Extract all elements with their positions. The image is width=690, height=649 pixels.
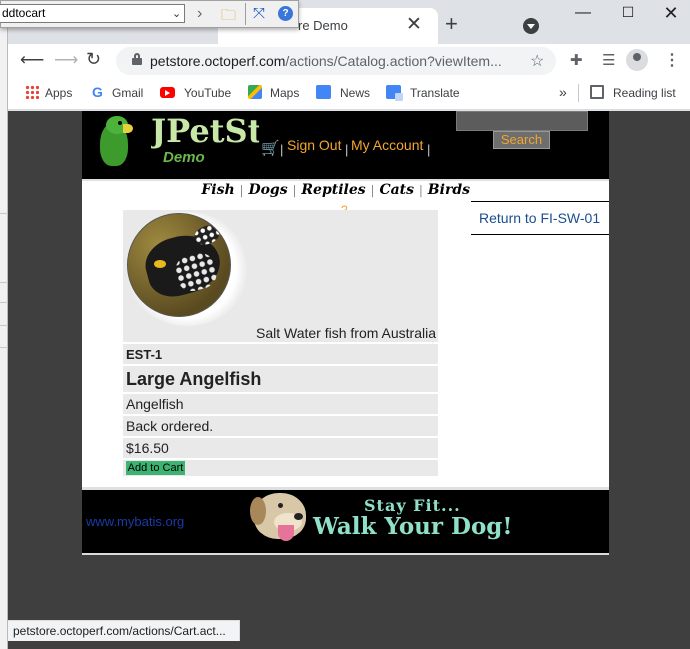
- reading-list-icon[interactable]: [590, 85, 604, 99]
- banner-line-2: Walk Your Dog!: [313, 513, 513, 540]
- mybatis-link[interactable]: www.mybatis.org: [86, 514, 184, 529]
- tab-search-icon[interactable]: [523, 18, 539, 34]
- dog-banner-icon: [248, 489, 316, 547]
- floating-toolbar: ddtocart ⌄ › 🗀 ⤧ ?: [0, 0, 299, 28]
- url-host: petstore.octoperf.com: [150, 53, 286, 69]
- lock-icon[interactable]: [132, 53, 142, 65]
- bookmarks-divider: [578, 84, 579, 102]
- forward-arrow-icon[interactable]: ⟶: [54, 50, 78, 70]
- category-separator: |: [239, 183, 244, 197]
- reading-list-button[interactable]: Reading list: [613, 86, 676, 100]
- shopping-cart-icon[interactable]: 🛒: [261, 139, 280, 157]
- item-product-name: Angelfish: [126, 396, 184, 412]
- search-button[interactable]: Search: [493, 131, 550, 149]
- new-tab-icon[interactable]: +: [445, 11, 458, 37]
- category-fish-link[interactable]: Fish: [201, 182, 234, 198]
- search-input[interactable]: [456, 111, 588, 131]
- category-birds-link[interactable]: Birds: [428, 182, 470, 198]
- category-reptiles-link[interactable]: Reptiles: [301, 182, 365, 198]
- return-to-product-link[interactable]: Return to FI-SW-01: [479, 210, 600, 226]
- bookmark-apps[interactable]: Apps: [45, 86, 72, 100]
- footer-divider: [82, 553, 609, 555]
- status-bar-url: petstore.octoperf.com/actions/Cart.act..…: [8, 620, 240, 641]
- angelfish-image: [127, 213, 231, 317]
- tab-title: re Demo: [298, 18, 348, 33]
- item-row: [123, 438, 438, 458]
- bookmark-translate[interactable]: Translate: [410, 86, 460, 100]
- bookmark-star-icon[interactable]: ☆: [530, 51, 544, 71]
- chevron-double-right-icon[interactable]: »: [559, 84, 567, 100]
- item-name: Large Angelfish: [126, 369, 262, 389]
- header-divider: [82, 179, 609, 181]
- bookmark-news[interactable]: News: [340, 86, 370, 100]
- toolbar-divider: [245, 3, 246, 25]
- gmail-icon[interactable]: G: [92, 84, 103, 100]
- folder-icon[interactable]: 🗀: [221, 5, 236, 30]
- toolbar-combo-input[interactable]: ddtocart: [0, 4, 185, 23]
- maximize-icon[interactable]: ☐: [613, 4, 643, 26]
- tab-close-icon[interactable]: ✕: [406, 13, 422, 37]
- profile-avatar-icon[interactable]: [626, 49, 648, 71]
- header-separator: |: [345, 142, 349, 157]
- chevron-down-icon[interactable]: ⌄: [172, 7, 181, 20]
- maps-icon[interactable]: [248, 85, 262, 99]
- add-to-cart-button[interactable]: Add to Cart: [126, 461, 185, 475]
- bookmark-gmail[interactable]: Gmail: [112, 86, 143, 100]
- bookmark-maps[interactable]: Maps: [270, 86, 299, 100]
- youtube-icon[interactable]: [160, 87, 175, 98]
- category-dogs-link[interactable]: Dogs: [248, 182, 287, 198]
- item-stock-status: Back ordered.: [126, 418, 214, 434]
- reload-icon[interactable]: ↻: [86, 49, 101, 70]
- url-path: /actions/Catalog.action?viewItem...: [285, 53, 502, 69]
- category-separator: |: [292, 183, 297, 197]
- window-close-icon[interactable]: ✕: [656, 3, 686, 25]
- parrot-logo-icon[interactable]: [90, 114, 140, 170]
- item-row: [123, 344, 438, 364]
- help-icon[interactable]: ?: [278, 6, 293, 21]
- translate-icon[interactable]: [386, 85, 403, 101]
- header-separator: |: [280, 142, 284, 157]
- store-logo-sub: Demo: [163, 149, 205, 166]
- store-logo-text[interactable]: JPetStore: [151, 112, 259, 150]
- item-description: Salt Water fish from Australia: [256, 325, 436, 341]
- extensions-puzzle-icon[interactable]: ✚: [570, 51, 583, 69]
- media-control-icon[interactable]: ☰: [602, 51, 615, 69]
- category-separator: |: [370, 183, 375, 197]
- background-window-edge: [0, 0, 8, 649]
- browser-window: re Demo ✕ + — ☐ ✕ ⟵ ⟶ ↻ petstore.octoper…: [8, 0, 690, 649]
- minimize-icon[interactable]: —: [568, 4, 598, 26]
- header-separator: |: [427, 142, 431, 157]
- category-cats-link[interactable]: Cats: [379, 182, 414, 198]
- kebab-menu-icon[interactable]: ⋮: [664, 50, 680, 70]
- apps-grid-icon[interactable]: [25, 85, 39, 99]
- play-arrow-icon[interactable]: ›: [197, 5, 202, 23]
- my-account-link[interactable]: My Account: [351, 137, 423, 153]
- category-separator: |: [418, 183, 423, 197]
- collapse-arrows-icon[interactable]: ⤧: [253, 5, 265, 22]
- url-text[interactable]: petstore.octoperf.com/actions/Catalog.ac…: [150, 53, 512, 69]
- back-arrow-icon[interactable]: ⟵: [20, 50, 44, 70]
- item-price: $16.50: [126, 440, 169, 456]
- item-id: EST-1: [126, 347, 163, 362]
- sign-out-link[interactable]: Sign Out: [287, 137, 341, 153]
- news-icon[interactable]: [316, 85, 331, 99]
- category-nav: Fish | Dogs | Reptiles | Cats | Birds: [82, 182, 470, 198]
- bookmark-youtube[interactable]: YouTube: [184, 86, 231, 100]
